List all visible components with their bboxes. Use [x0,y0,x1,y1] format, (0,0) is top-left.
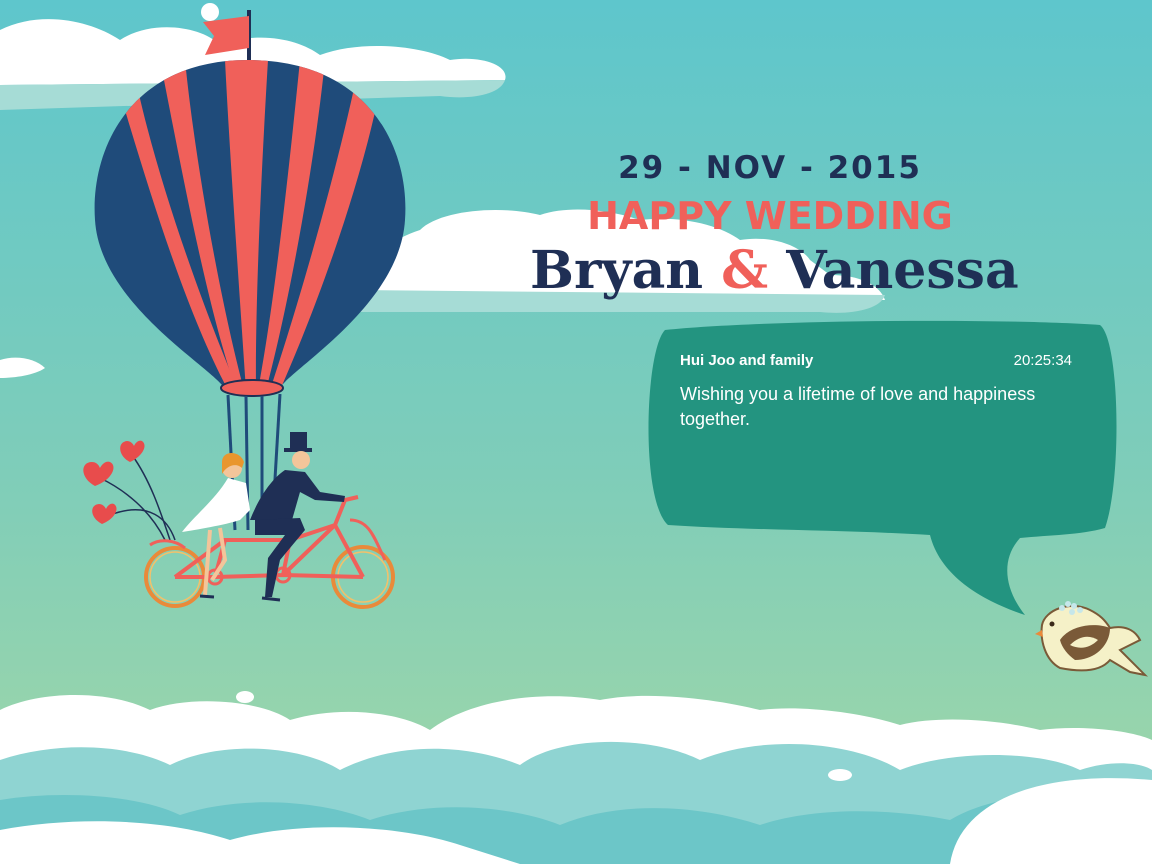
message-time: 20:25:34 [1013,352,1072,369]
ampersand: & [721,240,769,301]
groom-name: Bryan [530,240,704,301]
couple-names: Bryan & Vanessa [530,240,1019,301]
happy-wedding-heading: HAPPY WEDDING [587,194,953,238]
wedding-date: 29 - NOV - 2015 [618,150,922,186]
wedding-scene [0,0,1152,864]
message-header: Hui Joo and family 20:25:34 [680,352,1072,369]
message-text: Wishing you a lifetime of love and happi… [680,384,1036,429]
message-author: Hui Joo and family [680,352,814,369]
bride-name: Vanessa [786,240,1019,301]
